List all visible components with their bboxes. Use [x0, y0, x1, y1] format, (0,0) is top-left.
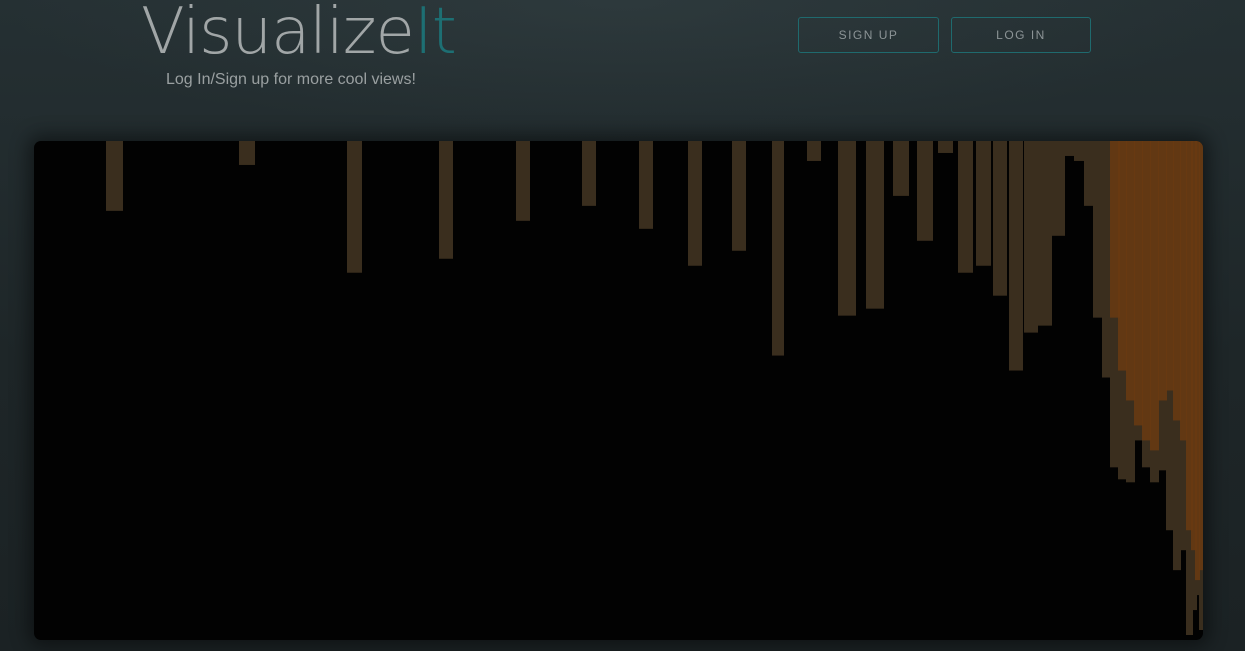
viz-bar	[1166, 141, 1174, 391]
viz-bar	[639, 141, 653, 229]
viz-bar	[838, 141, 856, 316]
visualization-canvas[interactable]	[34, 141, 1203, 640]
logo-accent-text: It	[413, 0, 457, 69]
viz-bar	[866, 141, 884, 309]
bar-visualization	[106, 141, 1203, 636]
sign-up-button[interactable]: SIGN UP	[798, 17, 939, 53]
viz-bar	[772, 141, 784, 356]
viz-bar	[1126, 141, 1135, 401]
viz-bar	[516, 141, 530, 221]
viz-bar	[807, 141, 821, 161]
viz-bar	[1118, 141, 1127, 371]
viz-bar	[993, 141, 1007, 296]
viz-bar	[439, 141, 453, 259]
log-in-button[interactable]: LOG IN	[951, 17, 1091, 53]
viz-bar	[893, 141, 909, 196]
viz-bar	[1009, 141, 1023, 371]
logo-main-text: Visualize	[141, 0, 415, 69]
viz-bar	[1134, 141, 1143, 426]
viz-bar	[1158, 141, 1167, 401]
viz-bar	[1180, 141, 1187, 441]
viz-bar	[1142, 141, 1151, 441]
viz-bar	[106, 141, 123, 211]
app-logo[interactable]: VisualizeIt	[141, 0, 457, 69]
viz-bar	[239, 141, 255, 165]
viz-bar	[938, 141, 953, 153]
viz-bar	[1173, 141, 1181, 421]
viz-bar	[976, 141, 991, 266]
viz-bar	[1199, 141, 1203, 571]
viz-bar	[1038, 141, 1052, 326]
viz-bar	[1024, 141, 1038, 333]
viz-bar	[1150, 141, 1159, 451]
viz-bar	[688, 141, 702, 266]
viz-bar	[582, 141, 596, 206]
viz-bar	[347, 141, 362, 273]
tagline: Log In/Sign up for more cool views!	[166, 71, 416, 88]
viz-bar	[958, 141, 973, 273]
viz-bar	[732, 141, 746, 251]
viz-bar	[917, 141, 933, 241]
viz-bar	[1051, 141, 1065, 236]
